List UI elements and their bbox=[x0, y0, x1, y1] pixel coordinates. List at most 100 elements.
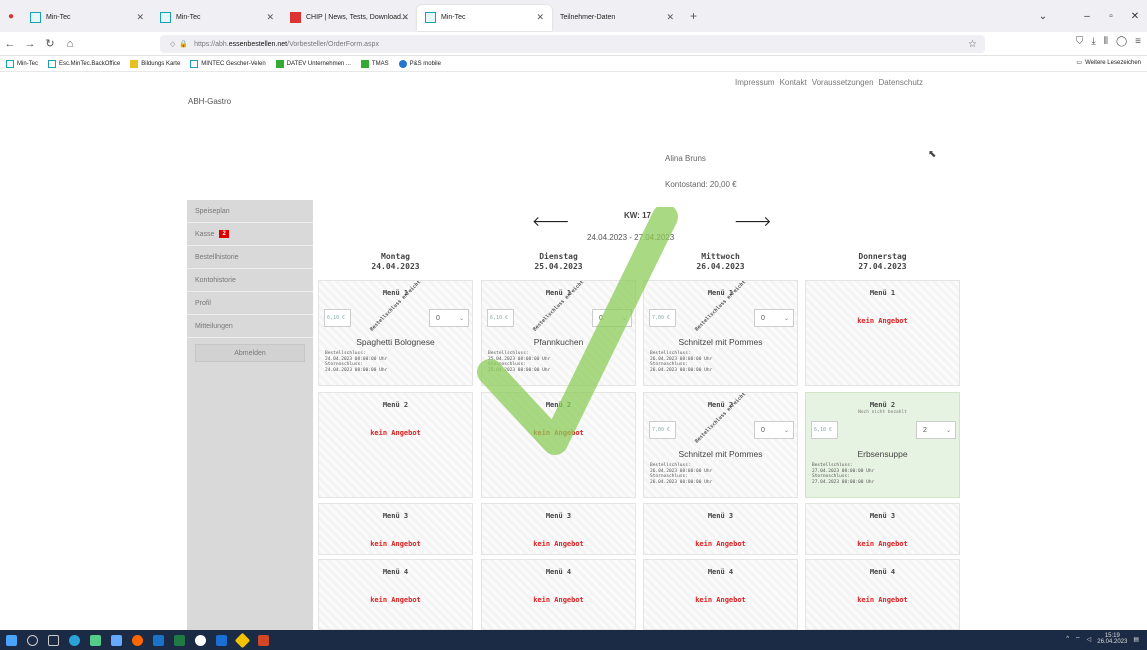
tab-close-icon[interactable]: ✕ bbox=[536, 12, 544, 23]
other-bookmarks[interactable]: ▭ Weitere Lesezeichen bbox=[1076, 59, 1141, 67]
browser-tab[interactable]: Min-Tec ✕ bbox=[152, 5, 282, 31]
browser-tab[interactable]: Teilnehmer-Daten ✕ bbox=[552, 5, 682, 31]
back-icon[interactable]: ← bbox=[0, 38, 20, 50]
price-field[interactable]: 6,10 € bbox=[487, 309, 514, 327]
no-offer-label: kein Angebot bbox=[533, 429, 584, 437]
menu-card: Menü 1 kein Angebot bbox=[805, 280, 960, 386]
address-bar[interactable]: ◇ 🔒 https://abh. essenbestellen.net /Vor… bbox=[160, 35, 985, 53]
sidebar-item-bestellhistorie[interactable]: Bestellhistorie bbox=[187, 246, 313, 269]
browser-tab[interactable]: Min-Tec ✕ bbox=[417, 4, 552, 31]
menu-icon[interactable]: ≡ bbox=[1135, 36, 1141, 47]
chat-icon[interactable] bbox=[195, 634, 206, 646]
account-icon[interactable]: ◯ bbox=[1116, 36, 1127, 47]
notification-icon[interactable]: ▤ bbox=[1133, 636, 1139, 643]
sidebar-item-label: Profil bbox=[195, 299, 211, 307]
logout-button[interactable]: Abmelden bbox=[195, 344, 305, 362]
tab-close-icon[interactable]: ✕ bbox=[136, 12, 144, 23]
windows-start-icon[interactable] bbox=[6, 634, 17, 646]
pocket-icon[interactable]: ⛉ bbox=[1076, 36, 1084, 47]
day-header: Montag 24.04.2023 bbox=[318, 252, 473, 272]
price-field[interactable]: 7,00 € bbox=[649, 309, 676, 327]
network-icon[interactable]: ⌔ bbox=[1075, 635, 1081, 643]
menu-card[interactable]: Menü 2 7,00 €0 ⌄ Bestellschluss erreicht Sch… bbox=[643, 392, 798, 498]
bookmark-item[interactable]: DATEV Unternehmen ... bbox=[275, 59, 351, 68]
menu-card: Menü 3 kein Angebot bbox=[643, 503, 798, 555]
sidebar-item-speiseplan[interactable]: Speiseplan bbox=[187, 200, 313, 223]
price-field[interactable]: 7,00 € bbox=[649, 421, 676, 439]
bookmark-star-icon[interactable]: ☆ bbox=[968, 39, 977, 50]
menu-card[interactable]: Menü 1 6,10 €0 ⌄ Bestellschluss erreicht Spa… bbox=[318, 280, 473, 386]
sidebar-item-profil[interactable]: Profil bbox=[187, 292, 313, 315]
downloads-icon[interactable]: ⤓ bbox=[1091, 36, 1095, 47]
tab-close-icon[interactable]: ✕ bbox=[401, 12, 409, 23]
top-link-voraussetzungen[interactable]: Voraussetzungen bbox=[812, 78, 874, 87]
maximize-button[interactable]: ▫ bbox=[1099, 11, 1123, 22]
chevron-down-icon: ⌄ bbox=[945, 427, 951, 434]
home-icon[interactable]: ⌂ bbox=[60, 38, 80, 50]
store-icon[interactable] bbox=[90, 634, 101, 646]
quantity-select[interactable]: 0 ⌄ bbox=[592, 309, 632, 327]
order-closed-stamp: Bestellschluss erreicht bbox=[694, 392, 748, 445]
bookmark-item[interactable]: Min-Tec bbox=[6, 59, 38, 68]
sidebar-item-kasse[interactable]: Kasse 2 bbox=[187, 223, 313, 246]
minimize-button[interactable]: – bbox=[1075, 11, 1099, 22]
forward-icon[interactable]: → bbox=[20, 38, 40, 50]
browser-tab[interactable]: CHIP | News, Tests, Download... ✕ bbox=[282, 5, 417, 31]
sidebar-item-kontohistorie[interactable]: Kontohistorie bbox=[187, 269, 313, 292]
library-icon[interactable]: ⫴ bbox=[1104, 36, 1108, 47]
phone-link-icon[interactable] bbox=[111, 634, 122, 646]
price-field[interactable]: 6,10 € bbox=[811, 421, 838, 439]
excel-icon[interactable] bbox=[174, 634, 185, 646]
clock[interactable]: 15:19 26.04.2023 bbox=[1097, 633, 1127, 645]
datev-icon[interactable] bbox=[234, 632, 251, 648]
browser-menu-icon[interactable]: ● bbox=[0, 11, 22, 22]
sidebar-item-label: Bestellhistorie bbox=[195, 253, 239, 261]
new-tab-button[interactable]: + bbox=[690, 9, 697, 23]
bookmark-item[interactable]: MINTEC Gescher-Velen bbox=[190, 59, 266, 68]
browser-tab[interactable]: Min-Tec ✕ bbox=[22, 5, 152, 31]
arrow-left-icon[interactable]: 🡐 bbox=[532, 213, 570, 230]
top-link-datenschutz[interactable]: Datenschutz bbox=[879, 78, 923, 87]
week-date-range: 24.04.2023 - 27.04.2023 bbox=[587, 233, 675, 242]
sidebar-item-mitteilungen[interactable]: Mitteilungen bbox=[187, 315, 313, 338]
powerpoint-icon[interactable] bbox=[258, 634, 269, 646]
tab-title: Min-Tec bbox=[46, 14, 71, 21]
quantity-select[interactable]: 0 ⌄ bbox=[754, 309, 794, 327]
search-icon[interactable] bbox=[27, 634, 38, 646]
tab-list-icon[interactable]: ⌄ bbox=[1031, 11, 1055, 22]
price-field[interactable]: 6,10 € bbox=[324, 309, 351, 327]
teamviewer-icon[interactable] bbox=[216, 634, 227, 646]
mouse-cursor-icon: ⬉ bbox=[928, 149, 937, 160]
menu-card[interactable]: Menü 1 6,10 €0 ⌄ Bestellschluss erreicht Pfa… bbox=[481, 280, 636, 386]
chevron-down-icon: ⌄ bbox=[458, 315, 464, 322]
reload-icon[interactable]: ↻ bbox=[40, 37, 60, 50]
bookmark-item[interactable]: Bildungs Karte bbox=[130, 59, 180, 68]
arrow-right-icon[interactable]: 🡒 bbox=[734, 213, 772, 230]
tab-close-icon[interactable]: ✕ bbox=[266, 12, 274, 23]
tray-chevron-icon[interactable]: ^ bbox=[1066, 636, 1069, 642]
day-header: Donnerstag 27.04.2023 bbox=[805, 252, 960, 272]
bookmark-icon bbox=[48, 59, 57, 68]
outlook-icon[interactable] bbox=[153, 634, 164, 646]
bookmark-item[interactable]: TMAS bbox=[360, 59, 389, 68]
tab-close-icon[interactable]: ✕ bbox=[666, 12, 674, 23]
volume-icon[interactable]: ◁ bbox=[1087, 636, 1092, 643]
menu-card[interactable]: Menü 1 7,00 €0 ⌄ Bestellschluss erreicht Sch… bbox=[643, 280, 798, 386]
task-view-icon[interactable] bbox=[48, 634, 59, 646]
menu-card[interactable]: Menü 2 Noch nicht bezahlt 6,10 €2 ⌄ Erbsensu… bbox=[805, 392, 960, 498]
order-deadline-info: Bestellschluss: 26.04.2023 08:00:00 Uhr St… bbox=[650, 463, 712, 485]
bookmarks-bar: Min-Tec Esc.MinTec.BackOffice Bildungs Kar… bbox=[0, 56, 1147, 72]
top-link-impressum[interactable]: Impressum bbox=[735, 78, 775, 87]
top-link-kontakt[interactable]: Kontakt bbox=[780, 78, 807, 87]
menu-title: Menü 4 bbox=[707, 568, 734, 576]
close-window-button[interactable]: ✕ bbox=[1123, 11, 1147, 22]
quantity-select[interactable]: 2 ⌄ bbox=[916, 421, 956, 439]
dish-name: Schnitzel mit Pommes bbox=[678, 337, 763, 347]
quantity-select[interactable]: 0 ⌄ bbox=[754, 421, 794, 439]
firefox-icon[interactable] bbox=[132, 634, 143, 646]
quantity-select[interactable]: 0 ⌄ bbox=[429, 309, 469, 327]
bookmark-item[interactable]: Esc.MinTec.BackOffice bbox=[48, 59, 120, 68]
chevron-down-icon: ⌄ bbox=[783, 427, 789, 434]
bookmark-item[interactable]: P&S mobile bbox=[398, 59, 441, 68]
edge-icon[interactable] bbox=[69, 634, 80, 646]
